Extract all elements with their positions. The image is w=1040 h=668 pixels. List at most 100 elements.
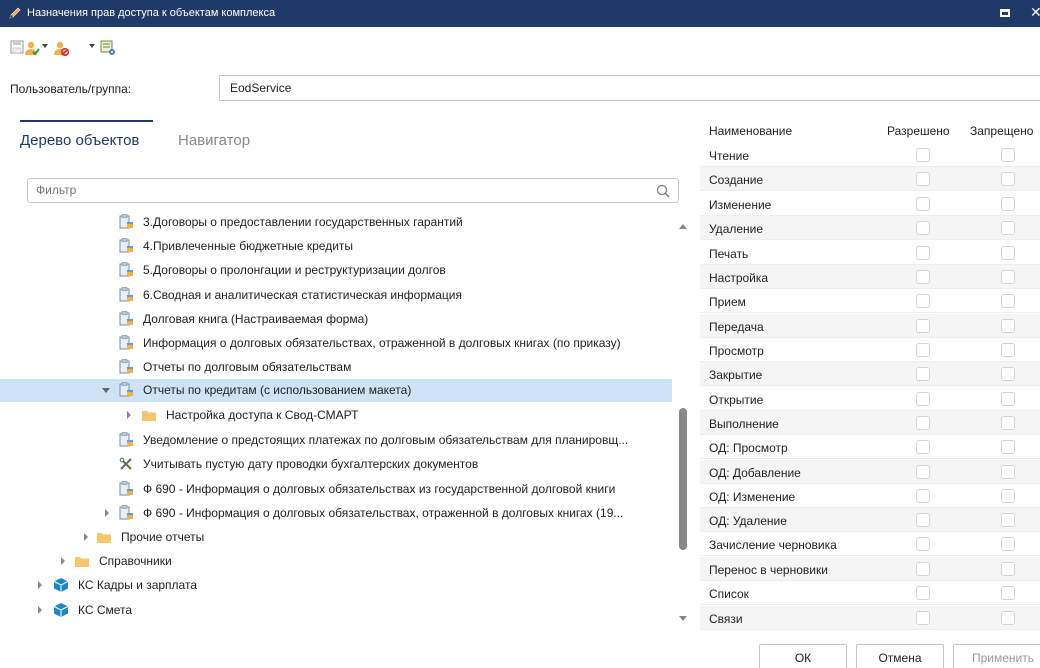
allowed-checkbox[interactable] bbox=[916, 489, 930, 503]
ok-button[interactable]: ОК bbox=[759, 644, 847, 668]
tab-navigator[interactable]: Навигатор bbox=[178, 132, 250, 149]
scroll-down-icon[interactable] bbox=[679, 616, 687, 621]
report-icon bbox=[118, 238, 134, 254]
scroll-up-icon[interactable] bbox=[679, 224, 687, 229]
allowed-checkbox[interactable] bbox=[916, 294, 930, 308]
report-icon bbox=[118, 287, 134, 303]
permission-row: Прием bbox=[700, 289, 1040, 313]
allowed-checkbox[interactable] bbox=[916, 440, 930, 454]
permissions-header-name: Наименование bbox=[709, 124, 793, 138]
tree-item[interactable]: Уведомление о предстоящих платежах по до… bbox=[0, 429, 672, 452]
allowed-checkbox[interactable] bbox=[916, 319, 930, 333]
expand-arrow-icon[interactable] bbox=[105, 509, 109, 517]
user-group-field[interactable]: EodService bbox=[219, 75, 1040, 101]
tree-item[interactable]: Долговая книга (Настраиваемая форма) bbox=[0, 308, 672, 331]
tree-item[interactable]: 4.Привлеченные бюджетные кредиты bbox=[0, 235, 672, 258]
allowed-checkbox[interactable] bbox=[916, 367, 930, 381]
tree-item-selected[interactable]: Отчеты по кредитам (с использованием мак… bbox=[0, 379, 672, 402]
denied-checkbox[interactable] bbox=[1001, 270, 1015, 284]
denied-checkbox[interactable] bbox=[1001, 367, 1015, 381]
allowed-checkbox[interactable] bbox=[916, 586, 930, 600]
remove-user-icon[interactable] bbox=[53, 40, 69, 56]
permission-row: Зачисление черновика bbox=[700, 532, 1040, 556]
allowed-checkbox[interactable] bbox=[916, 465, 930, 479]
expand-arrow-icon[interactable] bbox=[127, 411, 131, 419]
denied-checkbox[interactable] bbox=[1001, 440, 1015, 454]
report-icon bbox=[118, 335, 134, 351]
report-icon bbox=[118, 262, 134, 278]
denied-checkbox[interactable] bbox=[1001, 221, 1015, 235]
permission-row: ОД: Удаление bbox=[700, 508, 1040, 532]
denied-checkbox[interactable] bbox=[1001, 319, 1015, 333]
allowed-checkbox[interactable] bbox=[916, 172, 930, 186]
maximize-icon[interactable] bbox=[1000, 9, 1010, 17]
allowed-checkbox[interactable] bbox=[916, 270, 930, 284]
denied-checkbox[interactable] bbox=[1001, 513, 1015, 527]
filter-box bbox=[27, 178, 679, 203]
denied-checkbox[interactable] bbox=[1001, 611, 1015, 625]
tree-item[interactable]: Настройка доступа к Свод-СМАРТ bbox=[0, 404, 672, 427]
remove-user-dropdown-icon[interactable] bbox=[89, 44, 95, 48]
tree-item[interactable]: КС Кадры и зарплата bbox=[0, 574, 672, 597]
save-icon[interactable] bbox=[10, 40, 24, 56]
user-group-label: Пользователь/группа: bbox=[10, 82, 132, 96]
denied-checkbox[interactable] bbox=[1001, 197, 1015, 211]
allowed-checkbox[interactable] bbox=[916, 221, 930, 235]
denied-checkbox[interactable] bbox=[1001, 392, 1015, 406]
tree-item[interactable]: 5.Договоры о пролонгации и реструктуриза… bbox=[0, 259, 672, 282]
tree-item[interactable]: Ф 690 - Информация о долговых обязательс… bbox=[0, 502, 672, 525]
allowed-checkbox[interactable] bbox=[916, 197, 930, 211]
pencil-icon bbox=[9, 7, 21, 19]
denied-checkbox[interactable] bbox=[1001, 246, 1015, 260]
tab-object-tree[interactable]: Дерево объектов bbox=[20, 132, 139, 149]
allowed-checkbox[interactable] bbox=[916, 246, 930, 260]
expand-arrow-icon[interactable] bbox=[61, 557, 65, 565]
denied-checkbox[interactable] bbox=[1001, 294, 1015, 308]
denied-checkbox[interactable] bbox=[1001, 465, 1015, 479]
settings-icon[interactable] bbox=[100, 40, 116, 56]
allowed-checkbox[interactable] bbox=[916, 562, 930, 576]
permission-row: Перенос в черновики bbox=[700, 557, 1040, 581]
report-icon bbox=[118, 432, 134, 448]
denied-checkbox[interactable] bbox=[1001, 416, 1015, 430]
allowed-checkbox[interactable] bbox=[916, 343, 930, 357]
denied-checkbox[interactable] bbox=[1001, 537, 1015, 551]
allowed-checkbox[interactable] bbox=[916, 513, 930, 527]
expand-arrow-icon[interactable] bbox=[38, 606, 42, 614]
tree-item[interactable]: Отчеты по долговым обязательствам bbox=[0, 356, 672, 379]
tree-item[interactable]: Справочники bbox=[0, 550, 672, 573]
denied-checkbox[interactable] bbox=[1001, 172, 1015, 186]
tree-scrollbar-thumb[interactable] bbox=[679, 408, 687, 550]
tree-item[interactable]: 3.Договоры о предоставлении государствен… bbox=[0, 212, 672, 234]
report-icon bbox=[118, 481, 134, 497]
allowed-checkbox[interactable] bbox=[916, 537, 930, 551]
allowed-checkbox[interactable] bbox=[916, 148, 930, 162]
collapse-arrow-icon[interactable] bbox=[102, 388, 110, 393]
tree-item[interactable]: Учитывать пустую дату проводки бухгалтер… bbox=[0, 453, 672, 476]
denied-checkbox[interactable] bbox=[1001, 489, 1015, 503]
denied-checkbox[interactable] bbox=[1001, 343, 1015, 357]
close-icon[interactable]: ✕ bbox=[1030, 4, 1040, 21]
allowed-checkbox[interactable] bbox=[916, 392, 930, 406]
tree-item[interactable]: Ф 690 - Информация о долговых обязательс… bbox=[0, 478, 672, 501]
filter-input[interactable] bbox=[28, 179, 628, 201]
expand-arrow-icon[interactable] bbox=[84, 533, 88, 541]
add-user-dropdown-icon[interactable] bbox=[42, 44, 48, 48]
tree-item[interactable]: КС Смета bbox=[0, 599, 672, 622]
denied-checkbox[interactable] bbox=[1001, 586, 1015, 600]
tree-item[interactable]: 6.Сводная и аналитическая статистическая… bbox=[0, 284, 672, 307]
object-tree: 3.Договоры о предоставлении государствен… bbox=[0, 212, 672, 630]
tree-item[interactable]: Информация о долговых обязательствах, от… bbox=[0, 332, 672, 355]
tree-item[interactable]: Прочие отчеты bbox=[0, 526, 672, 549]
search-icon[interactable] bbox=[656, 184, 670, 198]
allowed-checkbox[interactable] bbox=[916, 416, 930, 430]
denied-checkbox[interactable] bbox=[1001, 148, 1015, 162]
cancel-button[interactable]: Отмена bbox=[856, 644, 944, 668]
denied-checkbox[interactable] bbox=[1001, 562, 1015, 576]
add-user-icon[interactable] bbox=[24, 40, 40, 56]
apply-button[interactable]: Применить bbox=[953, 644, 1040, 668]
expand-arrow-icon[interactable] bbox=[38, 581, 42, 589]
tools-icon bbox=[118, 456, 134, 472]
allowed-checkbox[interactable] bbox=[916, 611, 930, 625]
title-bar: Назначения прав доступа к объектам компл… bbox=[0, 0, 1040, 27]
